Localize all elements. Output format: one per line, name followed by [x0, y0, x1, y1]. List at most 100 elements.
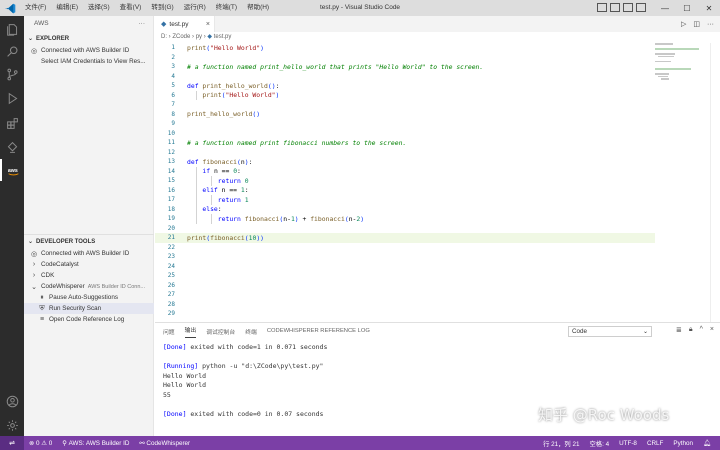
line-number: 5	[171, 82, 175, 90]
toggle-panel-icon[interactable]	[610, 3, 620, 12]
line-number: 24	[167, 262, 175, 270]
warning-count: 0	[48, 439, 53, 447]
tab-debug-console[interactable]: 调试控制台	[206, 327, 235, 336]
problems-status[interactable]: ⊗ 0 ⚠ 0	[24, 440, 57, 447]
menu-help[interactable]: 帮助(H)	[242, 0, 274, 16]
remote-indicator-icon[interactable]: ⇌	[0, 436, 24, 450]
toggle-sidebar-icon[interactable]	[597, 3, 607, 12]
run-file-icon[interactable]: ▷	[681, 20, 686, 28]
more-actions-icon[interactable]: ···	[707, 21, 714, 28]
dev-item-connected[interactable]: ◎ Connected with AWS Builder ID	[24, 248, 154, 259]
code-line: 25	[155, 271, 655, 281]
line-number: 1	[171, 44, 175, 52]
tab-output[interactable]: 输出	[184, 325, 197, 338]
minimap[interactable]	[655, 43, 705, 83]
editor-scrollbar[interactable]	[710, 43, 720, 322]
line-number: 23	[167, 253, 175, 261]
maximize-button[interactable]: ☐	[676, 0, 698, 16]
clear-output-icon[interactable]: ≣	[676, 326, 682, 334]
run-debug-icon[interactable]	[0, 87, 24, 109]
menu-go[interactable]: 转到(G)	[146, 0, 178, 16]
chevron-up-icon[interactable]: ^	[700, 326, 703, 334]
code-text: # a function named print fibonacci numbe…	[187, 138, 407, 147]
editor-tabs: ◆ test.py × ▷ ◫ ···	[155, 16, 720, 32]
code-text: if n == 0:	[202, 167, 241, 176]
split-editor-icon[interactable]: ◫	[693, 20, 700, 28]
lock-scroll-icon[interactable]: 🔒︎	[689, 326, 693, 334]
language-mode[interactable]: Python	[668, 440, 698, 447]
code-text: elif n == 1:	[202, 186, 249, 195]
dev-item-cdk[interactable]: › CDK	[24, 270, 154, 281]
line-number: 21	[167, 234, 175, 242]
close-panel-icon[interactable]: ×	[710, 326, 714, 334]
menu-run[interactable]: 运行(R)	[179, 0, 211, 16]
breadcrumb-folder-zcode[interactable]: ZCode	[172, 34, 190, 40]
tab-problems[interactable]: 问题	[163, 327, 175, 336]
indentation[interactable]: 空格: 4	[584, 439, 614, 448]
window-controls: — ☐ ✕	[654, 0, 720, 16]
more-actions-icon[interactable]: ···	[139, 20, 146, 27]
dev-item-run-security-scan[interactable]: ⛨ Run Security Scan	[24, 303, 154, 314]
code-line: 7	[155, 100, 655, 110]
end-of-line[interactable]: CRLF	[642, 440, 668, 447]
explorer-item-select-iam[interactable]: Select IAM Credentials to View Res...	[24, 56, 153, 67]
menu-terminal[interactable]: 终端(T)	[211, 0, 242, 16]
gear-icon[interactable]	[0, 414, 24, 436]
breadcrumb-drive[interactable]: D:	[161, 34, 167, 40]
line-number: 27	[167, 291, 175, 299]
layout-controls	[597, 3, 646, 12]
tab-codewhisperer-reference-log[interactable]: CODEWHISPERER REFERENCE LOG	[267, 328, 370, 334]
encoding[interactable]: UTF-8	[614, 440, 642, 447]
extensions-icon[interactable]	[0, 112, 24, 134]
dev-item-codewhisperer-connection: AWS Builder ID Conn...	[87, 283, 146, 290]
tab-terminal[interactable]: 终端	[245, 327, 257, 336]
code-text: return 0	[217, 176, 249, 185]
dev-item-codewhisperer[interactable]: ⌄ CodeWhisperer AWS Builder ID Conn...	[24, 281, 154, 292]
close-button[interactable]: ✕	[698, 0, 720, 16]
python-file-icon: ◆	[207, 34, 213, 40]
search-icon[interactable]	[0, 40, 24, 62]
customize-layout-icon[interactable]	[636, 3, 646, 12]
output-line: 55	[163, 390, 171, 399]
line-number: 10	[167, 129, 175, 137]
menu-edit[interactable]: 编辑(E)	[51, 0, 83, 16]
code-line: 6 print("Hello World")	[155, 91, 655, 101]
minimize-button[interactable]: —	[654, 0, 676, 16]
codewhisperer-status[interactable]: ⚯ CodeWhisperer	[134, 440, 195, 447]
dev-item-pause-suggestions[interactable]: ⏸ Pause Auto-Suggestions	[24, 292, 154, 303]
output-channel-select[interactable]: Code ⌄	[568, 326, 652, 337]
close-tab-icon[interactable]: ×	[206, 21, 210, 28]
section-explorer[interactable]: ⌄ EXPLORER	[24, 32, 153, 45]
code-editor[interactable]: 1 print("Hello World") 2 3 # a function na…	[155, 43, 720, 322]
breadcrumb-folder-py[interactable]: py	[196, 34, 202, 40]
code-line: 16 elif n == 1:	[155, 186, 655, 196]
status-bar-right: 行 21，列 21 空格: 4 UTF-8 CRLF Python 🔔︎	[538, 436, 716, 450]
toggle-secondary-sidebar-icon[interactable]	[623, 3, 633, 12]
explorer-item-connected[interactable]: ◎ Connected with AWS Builder ID	[24, 45, 153, 56]
code-text: # a function named print_hello_world tha…	[187, 62, 484, 71]
panel-actions: ≣ 🔒︎ ^ ×	[676, 326, 714, 334]
code-text: print("Hello World")	[202, 91, 280, 100]
cursor-position[interactable]: 行 21，列 21	[538, 439, 584, 448]
menu-file[interactable]: 文件(F)	[20, 0, 51, 16]
remote-explorer-icon[interactable]	[0, 136, 24, 158]
line-number: 7	[171, 101, 175, 109]
code-text: def print_hello_world():	[187, 81, 280, 90]
menu-selection[interactable]: 选择(S)	[83, 0, 115, 16]
aws-connection-status[interactable]: ⚲ AWS: AWS Builder ID	[57, 440, 134, 447]
section-developer-tools[interactable]: ⌄ DEVELOPER TOOLS	[24, 235, 154, 248]
menu-view[interactable]: 查看(V)	[115, 0, 147, 16]
explorer-icon[interactable]	[0, 18, 24, 40]
account-icon[interactable]	[0, 390, 24, 412]
source-control-icon[interactable]	[0, 63, 24, 85]
tab-test-py[interactable]: ◆ test.py ×	[155, 16, 215, 32]
dev-item-open-reference-log[interactable]: ≡ Open Code Reference Log	[24, 314, 154, 325]
dev-item-codecatalyst[interactable]: › CodeCatalyst	[24, 259, 154, 270]
notifications-icon[interactable]: 🔔︎	[698, 439, 716, 447]
sidebar: AWS ··· ⌄ EXPLORER ◎ Connected with AWS …	[24, 16, 154, 436]
aws-icon[interactable]: aws	[0, 159, 24, 181]
developer-tools-panel: ⌄ DEVELOPER TOOLS ◎ Connected with AWS B…	[24, 234, 154, 325]
chevron-down-icon: ⌄	[642, 329, 648, 335]
breadcrumb-file[interactable]: test.py	[214, 34, 232, 40]
